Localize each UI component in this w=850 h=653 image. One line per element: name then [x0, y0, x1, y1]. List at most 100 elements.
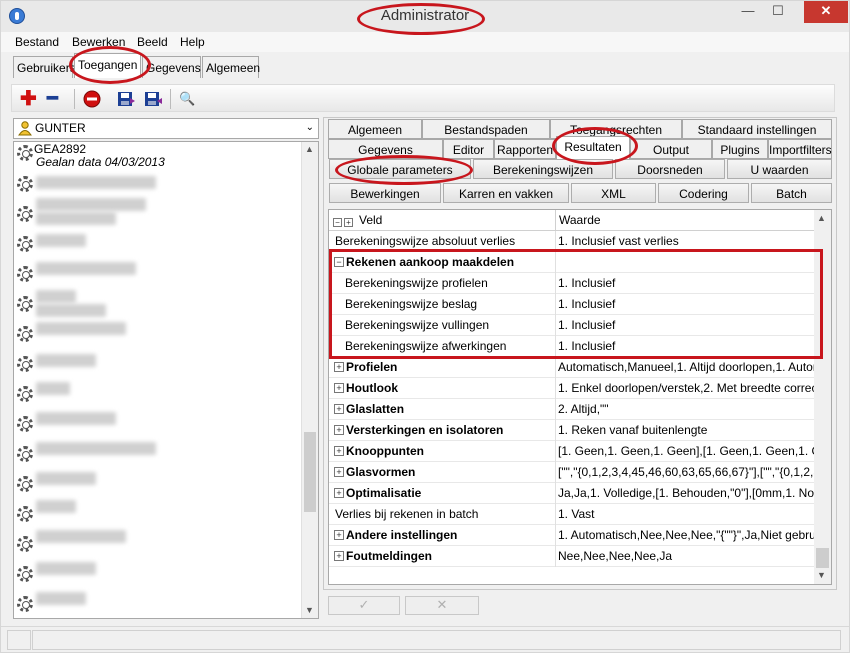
berekeningswijzen-button[interactable]: Berekeningswijzen: [473, 159, 613, 179]
stop-icon[interactable]: [82, 89, 102, 109]
grid-row-group[interactable]: + Glaslatten 2. Altijd,"": [329, 399, 815, 420]
maximize-button[interactable]: ☐: [763, 1, 793, 23]
tab-gegevens[interactable]: Gegevens: [142, 56, 201, 78]
tab-algemeen[interactable]: Algemeen: [328, 119, 422, 139]
expand-icon[interactable]: +: [334, 530, 344, 540]
save-as-icon[interactable]: [143, 89, 163, 109]
blurred-list-item[interactable]: [36, 322, 126, 335]
row-value[interactable]: 1. Inclusief: [558, 339, 814, 353]
tab-gebruikers[interactable]: Gebruikers: [13, 56, 76, 78]
column-header-veld[interactable]: Veld: [359, 213, 382, 227]
expand-icon[interactable]: +: [334, 467, 344, 477]
cancel-button[interactable]: ✕: [405, 596, 479, 615]
blurred-list-item[interactable]: [36, 290, 76, 303]
blurred-list-item[interactable]: [36, 530, 126, 543]
row-value[interactable]: 2. Altijd,"": [558, 402, 814, 416]
expand-icon[interactable]: +: [334, 383, 344, 393]
save-icon[interactable]: [116, 89, 136, 109]
collapse-icon[interactable]: −: [334, 257, 344, 267]
grid-row-group[interactable]: + Versterkingen en isolatoren 1. Reken v…: [329, 420, 815, 441]
blurred-list-item[interactable]: [36, 562, 96, 575]
chevron-down-icon[interactable]: ⌄: [306, 122, 314, 133]
grid-row-group[interactable]: − Rekenen aankoop maakdelen: [329, 252, 815, 273]
expand-icon[interactable]: +: [334, 362, 344, 372]
row-value[interactable]: Automatisch,Manueel,1. Altijd doorlopen,…: [558, 360, 814, 374]
blurred-list-item[interactable]: [36, 212, 116, 225]
blurred-list-item[interactable]: [36, 198, 146, 211]
grid-row[interactable]: Berekeningswijze afwerkingen 1. Inclusie…: [329, 336, 815, 357]
row-value[interactable]: 1. Inclusief vast verlies: [558, 234, 814, 248]
menu-bewerken[interactable]: Bewerken: [72, 35, 125, 49]
grid-row[interactable]: Berekeningswijze beslag 1. Inclusief: [329, 294, 815, 315]
doorsneden-button[interactable]: Doorsneden: [615, 159, 725, 179]
tab-standaard-instellingen[interactable]: Standaard instellingen: [682, 119, 832, 139]
menu-help[interactable]: Help: [180, 35, 205, 49]
list-item[interactable]: GEA2892 Gealan data 04/03/2013: [14, 142, 299, 170]
tab-gegevens-instellingen[interactable]: Gegevens instellingen: [328, 139, 443, 171]
scroll-down-icon[interactable]: ▼: [817, 570, 826, 580]
expand-all-icon[interactable]: +: [344, 218, 353, 227]
row-value[interactable]: 1. Vast: [558, 507, 814, 521]
tab-output-wizards[interactable]: Output wizards: [630, 139, 712, 171]
search-icon[interactable]: 🔍: [179, 89, 199, 109]
minimize-button[interactable]: —: [733, 1, 763, 23]
blurred-list-item[interactable]: [36, 382, 70, 395]
grid-row-group[interactable]: + Glasvormen ["","{0,1,2,3,4,45,46,60,63…: [329, 462, 815, 483]
tab-rapporten[interactable]: Rapporten: [494, 139, 556, 159]
grid-row[interactable]: Verlies bij rekenen in batch 1. Vast: [329, 504, 815, 525]
grid-row[interactable]: Berekeningswijze profielen 1. Inclusief: [329, 273, 815, 294]
expand-icon[interactable]: +: [334, 488, 344, 498]
karren-en-vakken-button[interactable]: Karren en vakken: [443, 183, 569, 203]
blurred-list-item[interactable]: [36, 262, 136, 275]
column-divider[interactable]: [555, 210, 556, 231]
scroll-up-icon[interactable]: ▲: [305, 144, 314, 154]
blurred-list-item[interactable]: [36, 176, 156, 189]
grid-row-group[interactable]: + Optimalisatie Ja,Ja,1. Volledige,[1. B…: [329, 483, 815, 504]
row-value[interactable]: Nee,Nee,Nee,Nee,Ja: [558, 549, 814, 563]
blurred-list-item[interactable]: [36, 304, 106, 317]
blurred-list-item[interactable]: [36, 354, 96, 367]
remove-icon[interactable]: ━: [47, 89, 67, 109]
row-value[interactable]: Ja,Ja,1. Volledige,[1. Behouden,"0"],[0m…: [558, 486, 814, 500]
row-value[interactable]: 1. Inclusief: [558, 297, 814, 311]
collapse-all-icon[interactable]: −: [333, 218, 342, 227]
row-value[interactable]: 1. Inclusief: [558, 318, 814, 332]
blurred-list-item[interactable]: [36, 592, 86, 605]
expand-icon[interactable]: +: [334, 404, 344, 414]
blurred-list-item[interactable]: [36, 500, 76, 513]
list-scrollbar[interactable]: ▲ ▼: [301, 142, 318, 618]
tab-bestandspaden[interactable]: Bestandspaden: [422, 119, 550, 139]
codering-button[interactable]: Codering: [658, 183, 749, 203]
row-value[interactable]: 1. Enkel doorlopen/verstek,2. Met breedt…: [558, 381, 814, 395]
row-value[interactable]: [1. Geen,1. Geen,1. Geen],[1. Geen,1. Ge…: [558, 444, 814, 458]
scroll-thumb[interactable]: [816, 548, 829, 568]
grid-row-group[interactable]: + Knooppunten [1. Geen,1. Geen,1. Geen],…: [329, 441, 815, 462]
row-value[interactable]: 1. Inclusief: [558, 276, 814, 290]
column-header-waarde[interactable]: Waarde: [559, 213, 601, 227]
expand-icon[interactable]: +: [334, 551, 344, 561]
bewerkingen-button[interactable]: Bewerkingen: [329, 183, 441, 203]
globale-parameters-button[interactable]: Globale parameters: [329, 159, 471, 179]
blurred-list-item[interactable]: [36, 442, 156, 455]
menu-beeld[interactable]: Beeld: [137, 35, 168, 49]
xml-button[interactable]: XML: [571, 183, 656, 203]
u-waarden-button[interactable]: U waarden: [727, 159, 832, 179]
tab-algemeen[interactable]: Algemeen: [202, 56, 260, 78]
row-value[interactable]: 1. Automatisch,Nee,Nee,Nee,"{""}",Ja,Nie…: [558, 528, 814, 542]
batch-button[interactable]: Batch: [751, 183, 832, 203]
blurred-list-item[interactable]: [36, 234, 86, 247]
blurred-list-item[interactable]: [36, 412, 116, 425]
confirm-button[interactable]: ✓: [328, 596, 400, 615]
scroll-up-icon[interactable]: ▲: [817, 213, 826, 223]
grid-row[interactable]: Berekeningswijze vullingen 1. Inclusief: [329, 315, 815, 336]
grid-row[interactable]: Berekeningswijze absoluut verlies 1. Inc…: [329, 231, 815, 252]
grid-scrollbar[interactable]: ▲ ▼: [814, 210, 831, 584]
grid-row-group[interactable]: + Profielen Automatisch,Manueel,1. Altij…: [329, 357, 815, 378]
row-value[interactable]: 1. Reken vanaf buitenlengte: [558, 423, 814, 437]
user-select[interactable]: GUNTER ⌄: [13, 118, 319, 139]
blurred-list-item[interactable]: [36, 472, 96, 485]
row-value[interactable]: ["","{0,1,2,3,4,45,46,60,63,65,66,67}"],…: [558, 465, 814, 479]
close-button[interactable]: ✕: [804, 1, 848, 23]
grid-row-group[interactable]: + Houtlook 1. Enkel doorlopen/verstek,2.…: [329, 378, 815, 399]
tab-editor[interactable]: Editor: [443, 139, 494, 159]
